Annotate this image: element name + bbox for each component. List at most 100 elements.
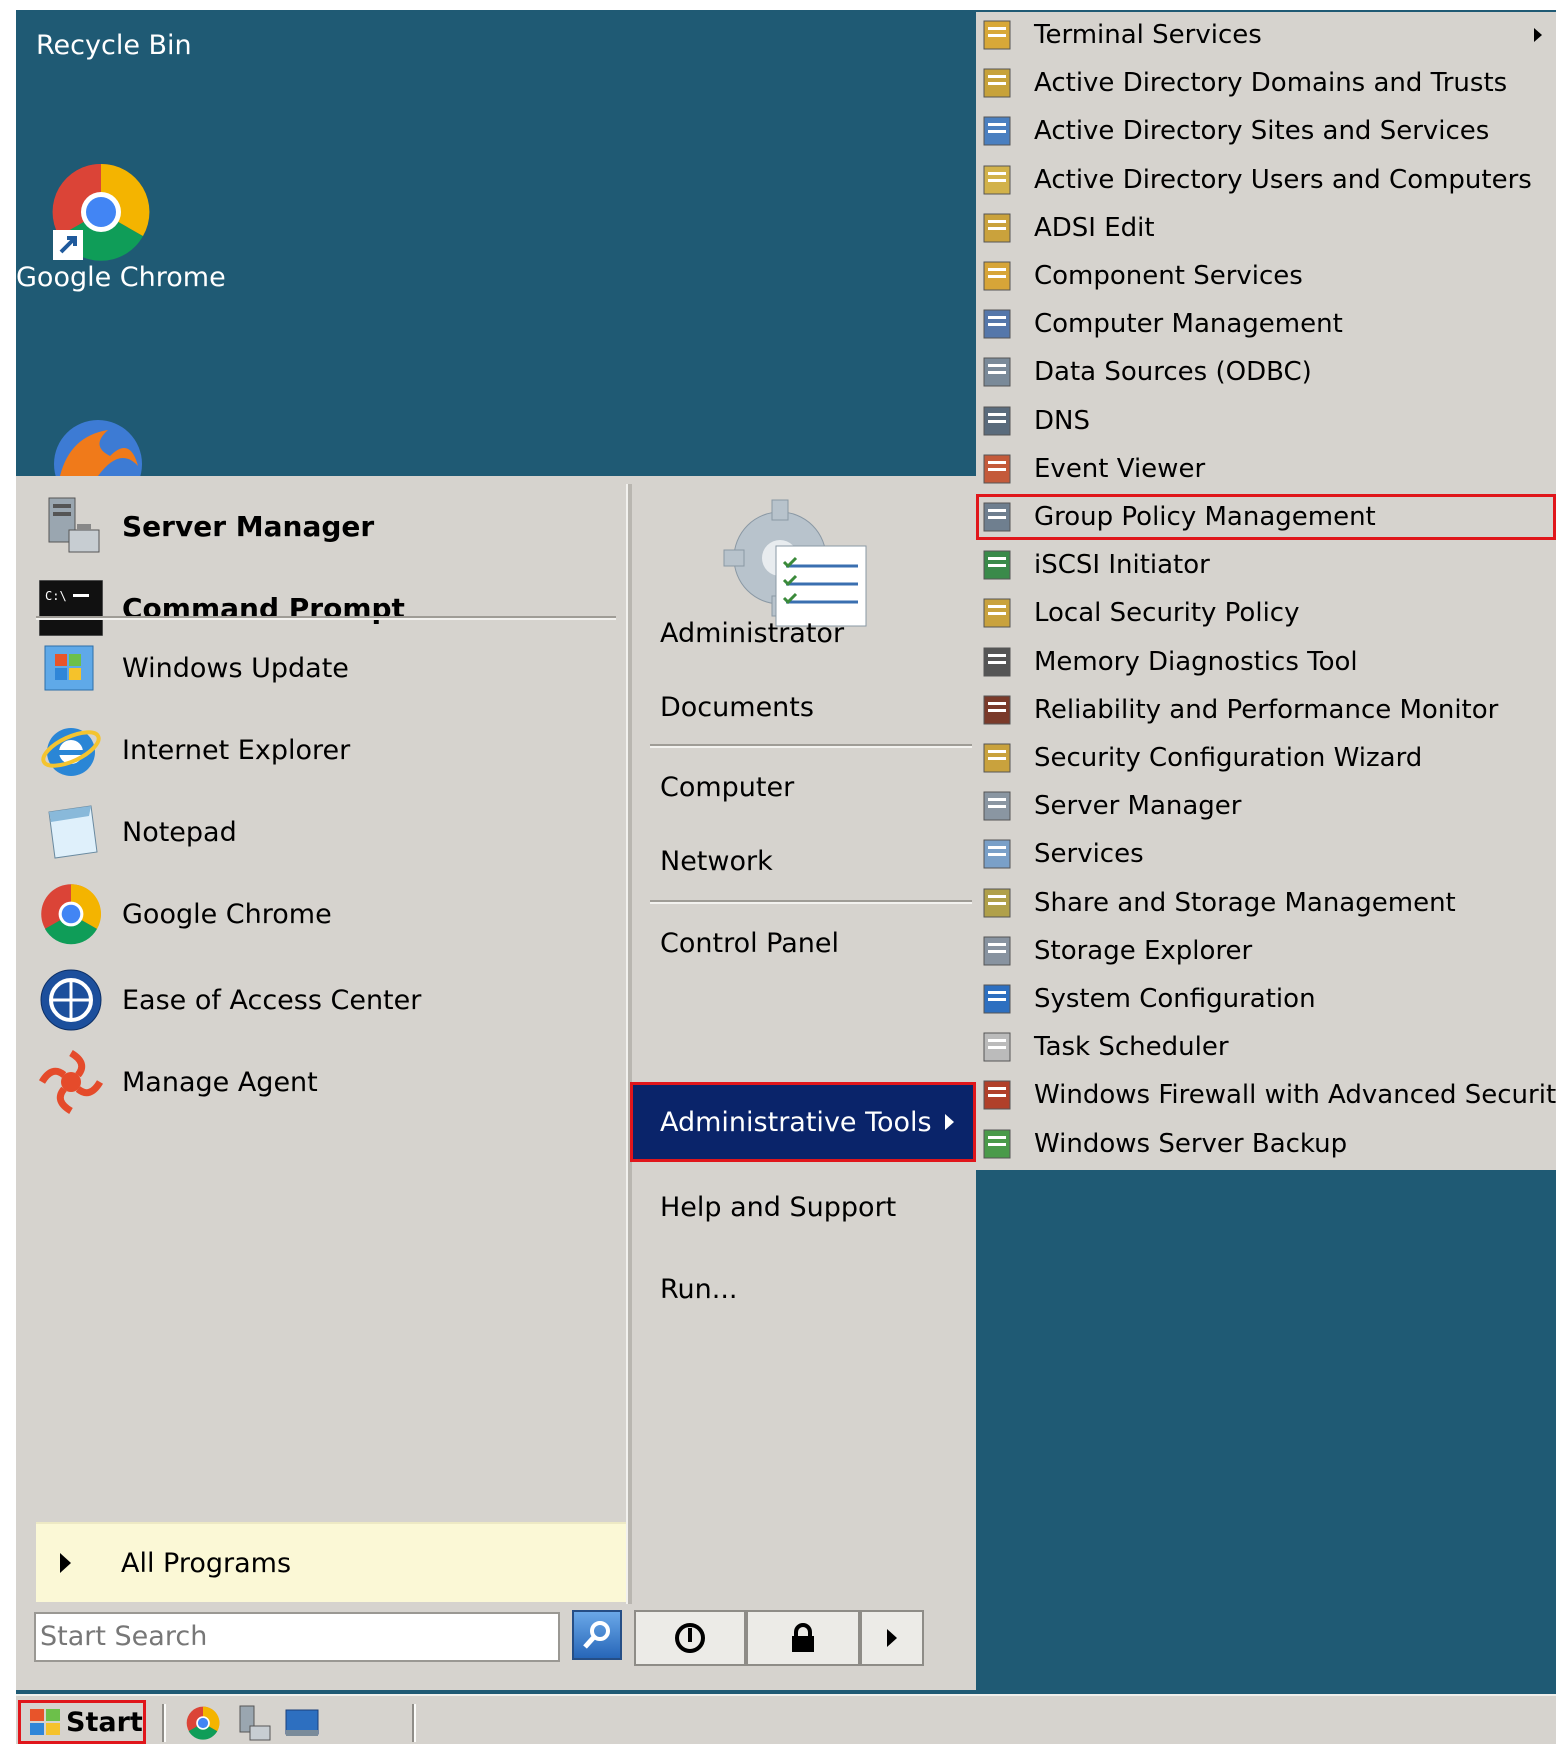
submenu-item-services[interactable]: Services bbox=[976, 831, 1556, 877]
desktop-icon-google-chrome[interactable]: Google Chrome bbox=[16, 162, 226, 293]
desktop-icon-recycle-bin[interactable]: Recycle Bin bbox=[36, 10, 192, 61]
submenu-item-active-directory-domains-and-trusts[interactable]: Active Directory Domains and Trusts bbox=[976, 60, 1556, 106]
submenu-item-label: Group Policy Management bbox=[1034, 502, 1376, 532]
admin-tool-icon bbox=[978, 160, 1018, 200]
places-administrator[interactable]: Administrator bbox=[660, 618, 844, 649]
places-control-panel[interactable]: Control Panel bbox=[660, 928, 839, 959]
submenu-item-task-scheduler[interactable]: Task Scheduler bbox=[976, 1024, 1556, 1070]
submenu-item-system-configuration[interactable]: System Configuration bbox=[976, 976, 1556, 1022]
recent-windows-update[interactable]: Windows Update bbox=[36, 628, 616, 708]
recent-google-chrome[interactable]: Google Chrome bbox=[36, 874, 616, 954]
places-administrative-tools[interactable]: Administrative Tools bbox=[630, 1082, 976, 1162]
submenu-item-windows-server-backup[interactable]: Windows Server Backup bbox=[976, 1121, 1556, 1167]
places-help-and-support[interactable]: Help and Support bbox=[660, 1192, 896, 1223]
submenu-item-adsi-edit[interactable]: ADSI Edit bbox=[976, 205, 1556, 251]
places-documents[interactable]: Documents bbox=[660, 692, 814, 723]
start-label: Start bbox=[66, 1706, 143, 1738]
recent-notepad[interactable]: Notepad bbox=[36, 792, 616, 872]
quicklaunch-show-desktop[interactable] bbox=[284, 1706, 320, 1740]
submenu-item-iscsi-initiator[interactable]: iSCSI Initiator bbox=[976, 542, 1556, 588]
places-network[interactable]: Network bbox=[660, 846, 773, 877]
admin-tool-icon bbox=[978, 642, 1018, 682]
submenu-item-label: Task Scheduler bbox=[1034, 1032, 1229, 1063]
firefox-icon[interactable] bbox=[50, 416, 146, 476]
taskbar: Start bbox=[16, 1694, 1556, 1744]
start-menu-places: Administrator Documents Computer Network… bbox=[630, 476, 976, 1606]
admin-tool-icon bbox=[978, 63, 1018, 103]
pinned-label: Server Manager bbox=[122, 509, 375, 543]
admin-tools-badge-icon bbox=[710, 490, 870, 630]
submenu-item-storage-explorer[interactable]: Storage Explorer bbox=[976, 928, 1556, 974]
start-search-input[interactable]: Start Search bbox=[34, 1612, 560, 1662]
recent-label: Notepad bbox=[122, 816, 237, 848]
places-run[interactable]: Run... bbox=[660, 1274, 738, 1305]
recent-label: Google Chrome bbox=[122, 898, 332, 930]
chrome-icon bbox=[186, 1706, 220, 1740]
taskbar-separator bbox=[162, 1704, 166, 1742]
recent-label: Manage Agent bbox=[122, 1066, 318, 1098]
submenu-item-label: Server Manager bbox=[1034, 791, 1242, 822]
admin-tool-icon bbox=[978, 352, 1018, 392]
submenu-item-label: Windows Firewall with Advanced Security bbox=[1034, 1080, 1556, 1111]
admin-tool-icon bbox=[978, 111, 1018, 151]
submenu-item-label: Computer Management bbox=[1034, 309, 1343, 340]
windows-logo-icon bbox=[30, 1709, 60, 1735]
submenu-item-terminal-services[interactable]: Terminal Services bbox=[976, 12, 1556, 58]
quicklaunch-server-manager[interactable] bbox=[236, 1704, 272, 1742]
submenu-item-reliability-and-performance-monitor[interactable]: Reliability and Performance Monitor bbox=[976, 687, 1556, 733]
start-button[interactable]: Start bbox=[18, 1700, 146, 1744]
submenu-item-label: Component Services bbox=[1034, 261, 1303, 291]
recent-internet-explorer[interactable]: Internet Explorer bbox=[36, 710, 616, 790]
taskbar-separator bbox=[412, 1704, 416, 1742]
submenu-item-label: ADSI Edit bbox=[1034, 212, 1155, 243]
submenu-item-active-directory-sites-and-services[interactable]: Active Directory Sites and Services bbox=[976, 108, 1556, 154]
manage-agent-icon bbox=[36, 1047, 106, 1117]
submenu-item-security-configuration-wizard[interactable]: Security Configuration Wizard bbox=[976, 735, 1556, 781]
submenu-item-group-policy-management[interactable]: Group Policy Management bbox=[976, 494, 1556, 540]
submenu-item-event-viewer[interactable]: Event Viewer bbox=[976, 446, 1556, 492]
recent-manage-agent[interactable]: Manage Agent bbox=[36, 1042, 616, 1122]
submenu-item-label: Local Security Policy bbox=[1034, 598, 1300, 629]
submenu-item-windows-firewall-with-advanced-security[interactable]: Windows Firewall with Advanced Security bbox=[976, 1072, 1556, 1118]
submenu-item-memory-diagnostics-tool[interactable]: Memory Diagnostics Tool bbox=[976, 639, 1556, 685]
admin-tool-icon bbox=[978, 738, 1018, 778]
submenu-item-computer-management[interactable]: Computer Management bbox=[976, 301, 1556, 347]
submenu-item-label: Services bbox=[1034, 839, 1144, 870]
admin-tool-icon bbox=[978, 449, 1018, 489]
submenu-item-active-directory-users-and-computers[interactable]: Active Directory Users and Computers bbox=[976, 157, 1556, 203]
submenu-item-server-manager[interactable]: Server Manager bbox=[976, 783, 1556, 829]
admin-tool-icon bbox=[978, 1027, 1018, 1067]
submenu-item-local-security-policy[interactable]: Local Security Policy bbox=[976, 590, 1556, 636]
submenu-item-dns[interactable]: DNS bbox=[976, 398, 1556, 444]
admin-tool-icon bbox=[978, 690, 1018, 730]
submenu-item-share-and-storage-management[interactable]: Share and Storage Management bbox=[976, 880, 1556, 926]
separator bbox=[650, 744, 972, 748]
all-programs-button[interactable]: All Programs bbox=[36, 1522, 626, 1602]
shutdown-button[interactable] bbox=[634, 1610, 746, 1666]
submenu-item-label: Active Directory Sites and Services bbox=[1034, 116, 1490, 147]
separator bbox=[650, 900, 972, 904]
chrome-icon bbox=[36, 879, 106, 949]
admin-tool-icon bbox=[978, 931, 1018, 971]
quicklaunch-chrome[interactable] bbox=[186, 1706, 220, 1740]
recent-ease-of-access[interactable]: Ease of Access Center bbox=[36, 960, 616, 1040]
admin-tool-icon bbox=[978, 208, 1018, 248]
pinned-server-manager[interactable]: Server Manager bbox=[36, 486, 616, 566]
admin-tool-icon bbox=[978, 15, 1018, 55]
lock-button[interactable] bbox=[746, 1610, 860, 1666]
recent-label: Internet Explorer bbox=[122, 734, 351, 766]
start-menu-programs: Server Manager C:\ Command Prompt Window… bbox=[16, 476, 626, 1662]
svg-text:C:\: C:\ bbox=[45, 589, 67, 603]
administrative-tools-submenu: Terminal Services Active Directory Domain… bbox=[976, 12, 1556, 1170]
power-options-button[interactable] bbox=[860, 1610, 924, 1666]
admin-tools-label: Administrative Tools bbox=[660, 1106, 932, 1138]
search-icon bbox=[583, 1621, 610, 1649]
search-button[interactable] bbox=[572, 1610, 622, 1660]
desktop-icon-label: Recycle Bin bbox=[36, 30, 192, 61]
submenu-item-data-sources-odbc[interactable]: Data Sources (ODBC) bbox=[976, 349, 1556, 395]
admin-tool-icon bbox=[978, 1124, 1018, 1164]
submenu-item-label: Windows Server Backup bbox=[1034, 1128, 1348, 1159]
submenu-item-component-services[interactable]: Component Services bbox=[976, 253, 1556, 299]
places-computer[interactable]: Computer bbox=[660, 772, 794, 803]
chrome-icon bbox=[52, 163, 150, 261]
